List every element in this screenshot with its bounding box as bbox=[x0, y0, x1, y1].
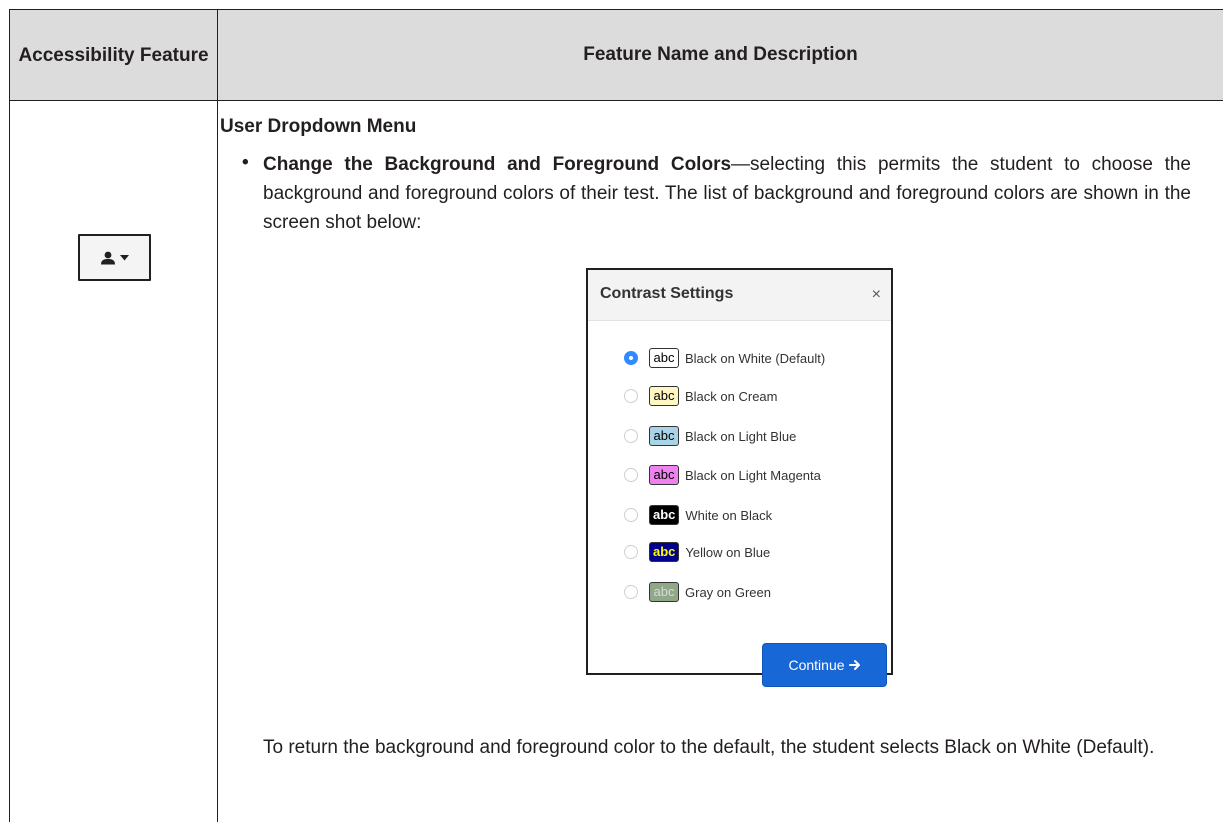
option-black-on-white[interactable]: abc Black on White (Default) bbox=[624, 347, 825, 369]
radio-button[interactable] bbox=[624, 389, 638, 403]
header-accessibility-feature: Accessibility Feature bbox=[18, 44, 209, 66]
option-yellow-on-blue[interactable]: abc Yellow on Blue bbox=[624, 541, 770, 563]
color-swatch: abc bbox=[649, 348, 679, 368]
color-swatch: abc bbox=[649, 542, 680, 562]
section-title: User Dropdown Menu bbox=[220, 116, 417, 137]
option-label: Black on Light Magenta bbox=[685, 467, 821, 483]
bullet-bold-title: Change the Background and Foreground Col… bbox=[263, 154, 732, 175]
color-swatch: abc bbox=[649, 582, 679, 602]
option-white-on-black[interactable]: abc White on Black bbox=[624, 504, 772, 526]
dialog-title: Contrast Settings bbox=[600, 285, 734, 302]
user-icon bbox=[101, 251, 115, 264]
color-swatch: abc bbox=[649, 505, 680, 525]
radio-button[interactable] bbox=[624, 585, 638, 599]
dialog-header: Contrast Settings × bbox=[588, 270, 891, 321]
option-label: Black on Light Blue bbox=[685, 428, 797, 444]
continue-label: Continue bbox=[788, 657, 845, 673]
radio-button[interactable] bbox=[624, 468, 638, 482]
option-label: White on Black bbox=[685, 507, 773, 523]
radio-button[interactable] bbox=[624, 351, 638, 365]
option-label: Black on Cream bbox=[685, 388, 778, 404]
option-black-on-light-blue[interactable]: abc Black on Light Blue bbox=[624, 425, 796, 447]
radio-button[interactable] bbox=[624, 508, 638, 522]
column-divider bbox=[217, 10, 218, 822]
caret-down-icon bbox=[120, 254, 129, 260]
color-swatch: abc bbox=[649, 426, 679, 446]
user-dropdown-button[interactable] bbox=[78, 234, 151, 281]
arrow-right-icon bbox=[848, 660, 860, 670]
color-swatch: abc bbox=[649, 465, 679, 485]
footer-description: To return the background and foreground … bbox=[263, 737, 1155, 758]
bullet-description: Change the Background and Foreground Col… bbox=[263, 150, 1191, 237]
radio-button[interactable] bbox=[624, 429, 638, 443]
header-feature-name: Feature Name and Description bbox=[583, 44, 858, 65]
bullet-marker: • bbox=[242, 152, 249, 173]
radio-button[interactable] bbox=[624, 545, 638, 559]
contrast-settings-dialog: Contrast Settings × abc Black on White (… bbox=[586, 268, 893, 687]
close-icon[interactable]: × bbox=[872, 286, 881, 304]
option-label: Gray on Green bbox=[685, 584, 771, 600]
option-label: Black on White (Default) bbox=[685, 350, 826, 366]
continue-button[interactable]: Continue bbox=[762, 643, 887, 687]
option-label: Yellow on Blue bbox=[685, 544, 771, 560]
color-swatch: abc bbox=[649, 386, 679, 406]
option-black-on-cream[interactable]: abc Black on Cream bbox=[624, 385, 777, 407]
option-gray-on-green[interactable]: abc Gray on Green bbox=[624, 581, 771, 603]
option-black-on-light-magenta[interactable]: abc Black on Light Magenta bbox=[624, 464, 821, 486]
